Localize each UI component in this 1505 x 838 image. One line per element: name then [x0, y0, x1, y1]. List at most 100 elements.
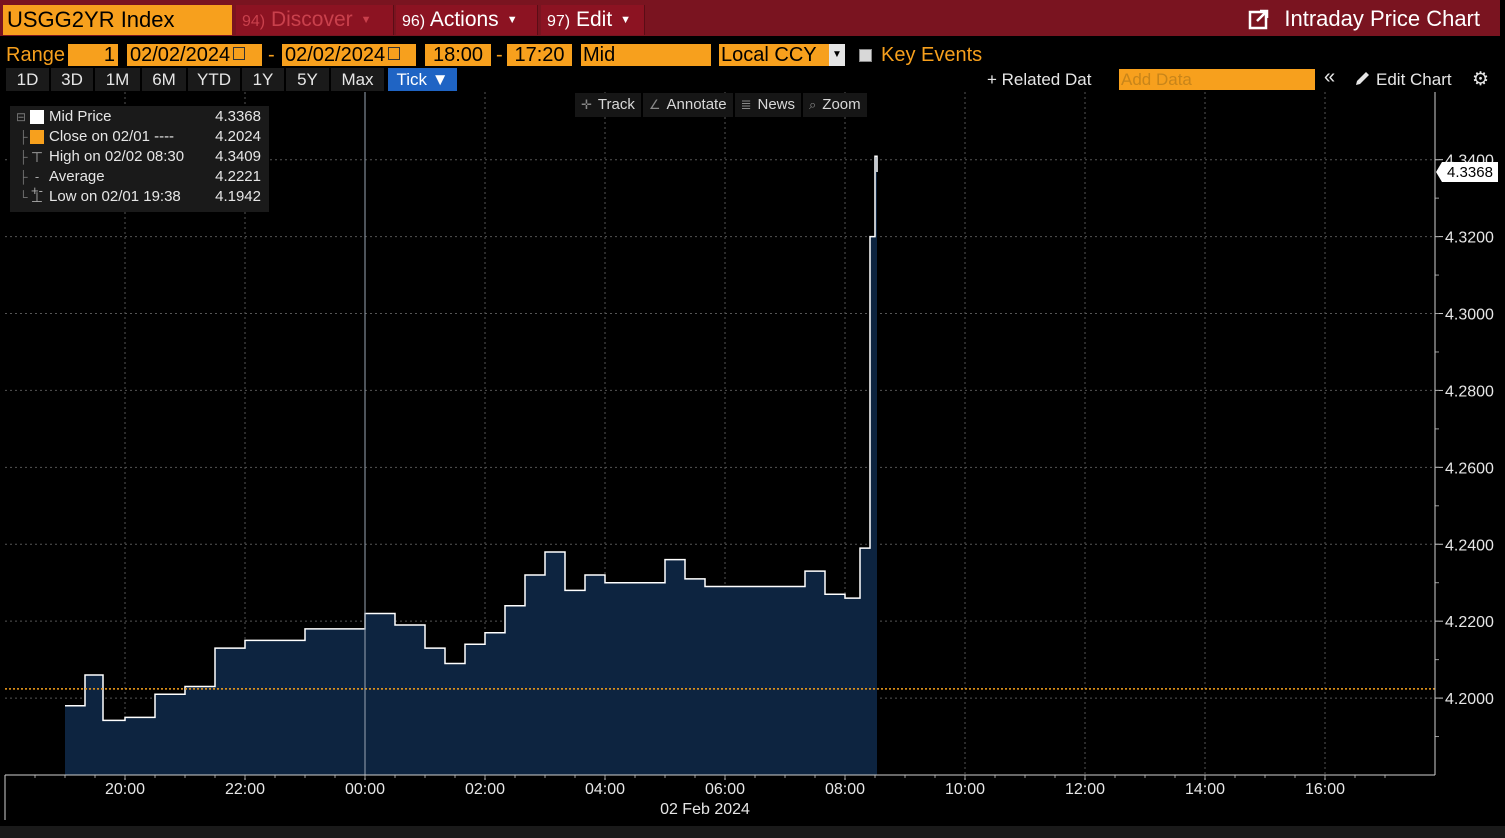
tree-branch-icon: ├ — [19, 130, 28, 144]
period-5y[interactable]: 5Y — [286, 68, 329, 91]
legend-row: ├ -+- Average 4.2221 — [10, 167, 269, 198]
range-label: Range — [6, 44, 65, 66]
news-label: News — [757, 96, 795, 113]
chevron-down-icon[interactable]: ▼ — [829, 44, 845, 66]
collapse-tree-icon[interactable]: ⊟ — [16, 107, 26, 127]
tree-branch-icon: ├ — [19, 150, 28, 164]
chart-legend[interactable]: ⊟ Mid Price 4.3368 ├ Close on 02/01 ----… — [10, 106, 269, 212]
legend-row: ├ Close on 02/01 ---- 4.2024 — [10, 127, 269, 147]
key-events-label: Key Events — [881, 44, 983, 66]
legend-label: Close on 02/01 ---- — [49, 128, 175, 145]
low-marker-icon: ⊥ — [30, 189, 44, 205]
price-field-select[interactable]: Mid — [581, 44, 711, 66]
end-time-field[interactable]: 17:20 — [507, 44, 572, 66]
x-tick-label: 08:00 — [825, 781, 865, 798]
actions-menu[interactable]: 96) Actions ▼ — [396, 5, 538, 35]
edit-chart-button[interactable]: Edit Chart — [1354, 68, 1452, 91]
track-tool[interactable]: ✛ Track — [575, 93, 641, 117]
crosshair-icon: ✛ — [581, 97, 592, 112]
legend-row: └ ⊥ Low on 02/01 19:38 4.1942 — [10, 187, 269, 207]
edit-menu-number: 97) — [547, 13, 571, 30]
discover-menu[interactable]: 94) Discover ▼ — [236, 5, 394, 35]
annotate-icon: ∠ — [648, 97, 661, 112]
x-tick-label: 20:00 — [105, 781, 145, 798]
period-3d[interactable]: 3D — [51, 68, 93, 91]
high-marker-icon: ⊤ — [30, 149, 44, 165]
annotate-tool[interactable]: ∠ Annotate — [642, 93, 733, 117]
security-field[interactable]: USGG2YR Index — [3, 5, 232, 35]
external-window-icon[interactable] — [1248, 8, 1270, 30]
period-max[interactable]: Max — [331, 68, 384, 91]
y-tick-label: 4.2200 — [1445, 614, 1494, 631]
actions-menu-label: Actions — [429, 8, 499, 31]
status-strip — [0, 826, 1505, 838]
zoom-label: Zoom — [822, 96, 861, 113]
legend-row: ├ ⊤ High on 02/02 08:30 4.3409 — [10, 147, 269, 167]
legend-value: 4.2221 — [215, 168, 261, 185]
x-tick-label: 04:00 — [585, 781, 625, 798]
x-tick-label: 12:00 — [1065, 781, 1105, 798]
caret-down-icon: ▼ — [506, 14, 518, 27]
gear-icon[interactable]: ⚙ — [1472, 68, 1489, 91]
discover-menu-number: 94) — [242, 13, 266, 30]
edit-menu[interactable]: 97) Edit ▼ — [541, 5, 645, 35]
start-date-value: 02/02/2024 — [130, 44, 231, 66]
period-6m[interactable]: 6M — [142, 68, 186, 91]
period-1d[interactable]: 1D — [6, 68, 49, 91]
edit-chart-label: Edit Chart — [1376, 70, 1452, 89]
add-data-input[interactable]: Add Data — [1119, 69, 1315, 90]
last-price-label: 4.3368 — [1436, 161, 1498, 182]
track-label: Track — [597, 96, 635, 113]
period-toolbar: 1D 3D 1M 6M YTD 1Y 5Y Max Tick ▼ + Relat… — [0, 66, 1505, 92]
calendar-icon[interactable] — [388, 47, 401, 61]
page-title: Intraday Price Chart — [1248, 5, 1480, 33]
pencil-icon — [1356, 72, 1369, 85]
price-area-fill — [65, 156, 877, 776]
y-tick-label: 4.3000 — [1445, 307, 1494, 324]
orange-square-icon — [30, 130, 44, 144]
legend-label: High on 02/02 08:30 — [49, 148, 185, 165]
collapse-icon[interactable]: « — [1324, 66, 1335, 89]
zoom-tool[interactable]: ⌕ Zoom — [803, 93, 867, 117]
legend-value: 4.3368 — [215, 108, 261, 125]
caret-down-icon: ▼ — [620, 14, 632, 27]
legend-value: 4.1942 — [215, 188, 261, 205]
tick-dropdown[interactable]: Tick ▼ — [388, 68, 457, 91]
end-date-field[interactable]: 02/02/2024 — [282, 44, 416, 66]
calendar-icon[interactable] — [233, 47, 246, 61]
related-data-button[interactable]: + Related Dat — [987, 68, 1091, 91]
news-icon: ≣ — [740, 97, 752, 112]
legend-row: ⊟ Mid Price 4.3368 — [10, 107, 269, 127]
legend-label: Mid Price — [49, 108, 112, 125]
tree-branch-icon: └ — [19, 190, 28, 204]
time-dash: - — [496, 44, 503, 66]
period-1m[interactable]: 1M — [95, 68, 140, 91]
x-tick-label: 06:00 — [705, 781, 745, 798]
start-date-field[interactable]: 02/02/2024 — [127, 44, 262, 66]
chart-toolbar: ✛ Track ∠ Annotate ≣ News ⌕ Zoom — [575, 93, 869, 117]
caret-down-icon: ▼ — [360, 14, 372, 27]
average-marker-icon: -+- — [31, 169, 43, 198]
discover-menu-label: Discover — [270, 8, 353, 31]
period-1y[interactable]: 1Y — [242, 68, 284, 91]
y-tick-label: 4.3200 — [1445, 230, 1494, 247]
x-date-label: 02 Feb 2024 — [660, 801, 750, 818]
legend-value: 4.2024 — [215, 128, 261, 145]
start-time-field[interactable]: 18:00 — [425, 44, 491, 66]
y-tick-label: 4.2800 — [1445, 383, 1494, 400]
title-bar: USGG2YR Index 94) Discover ▼ 96) Actions ▼… — [0, 0, 1500, 36]
currency-select[interactable]: Local CCY — [719, 44, 829, 66]
news-tool[interactable]: ≣ News — [734, 93, 801, 117]
y-tick-label: 4.2000 — [1445, 691, 1494, 708]
y-axis: 4.2000 4.2200 4.2400 4.2600 4.2800 4.3000 4.32… — [1434, 92, 1494, 775]
range-toolbar: Range 1 02/02/2024 - 02/02/2024 18:00 - … — [0, 42, 1505, 68]
y-tick-label: 4.2400 — [1445, 537, 1494, 554]
period-ytd[interactable]: YTD — [188, 68, 240, 91]
x-axis: 20:00 22:00 00:00 02:00 04:00 06:00 08:00 10:00… — [4, 774, 1435, 820]
key-events-checkbox[interactable] — [859, 49, 872, 62]
end-date-value: 02/02/2024 — [285, 44, 386, 66]
legend-label: Average — [49, 168, 105, 185]
actions-menu-number: 96) — [402, 13, 426, 30]
range-count-field[interactable]: 1 — [68, 44, 118, 66]
x-tick-label: 22:00 — [225, 781, 265, 798]
